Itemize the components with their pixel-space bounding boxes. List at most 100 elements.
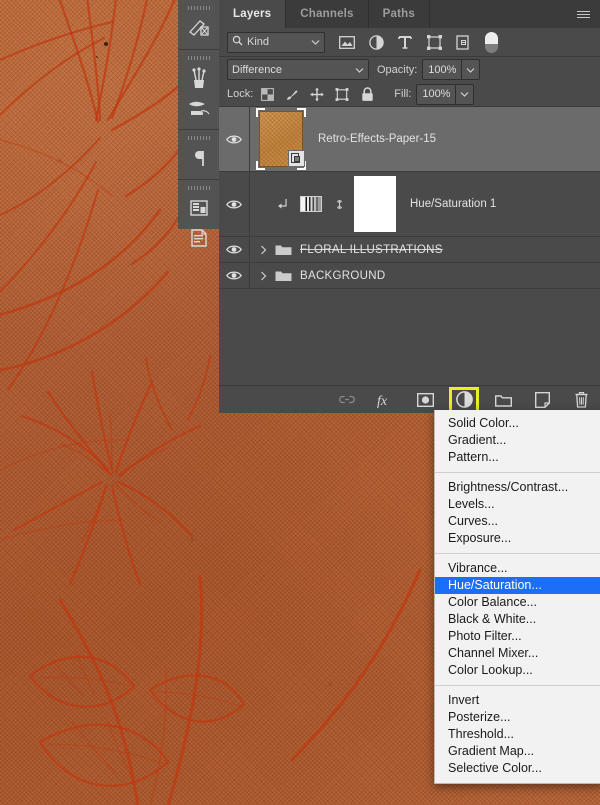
menu-item-channel-mixer[interactable]: Channel Mixer... [435, 645, 600, 662]
folder-icon [274, 269, 292, 282]
lock-artboard-nesting-icon[interactable] [335, 86, 349, 102]
filter-kind-label: Kind [247, 36, 270, 48]
chevron-down-icon [355, 64, 364, 76]
new-layer-icon [534, 391, 550, 408]
dock-grip[interactable] [187, 184, 210, 192]
menu-item-color-balance[interactable]: Color Balance... [435, 594, 600, 611]
menu-item-posterize[interactable]: Posterize... [435, 709, 600, 726]
photoshop-window: Layers Channels Paths Kind Difference Op… [0, 0, 600, 805]
menu-item-color-lookup[interactable]: Color Lookup... [435, 662, 600, 679]
blend-mode-row: Difference Opacity: 100% [219, 57, 600, 82]
chevron-right-icon[interactable] [256, 271, 270, 281]
table-row[interactable]: FLORAL ILLUSTRATIONS [219, 237, 600, 263]
layer-name: FLORAL ILLUSTRATIONS [300, 243, 443, 256]
smart-object-badge-icon [288, 150, 305, 167]
lock-all-icon[interactable] [360, 86, 374, 102]
eye-icon [226, 271, 242, 280]
paragraph-panel-icon[interactable] [178, 143, 219, 173]
fill-dropdown-arrow[interactable] [455, 84, 473, 104]
tab-layers[interactable]: Layers [219, 0, 287, 28]
link-layers-button[interactable] [338, 391, 356, 409]
dock-group-adjustments [178, 0, 219, 50]
menu-item-curves[interactable]: Curves... [435, 513, 600, 530]
dock-group-brushes [178, 50, 219, 130]
menu-item-vibrance[interactable]: Vibrance... [435, 560, 600, 577]
new-layer-button[interactable] [533, 391, 551, 409]
layers-panel-footer: fx [219, 385, 600, 413]
blend-mode-value: Difference [232, 63, 282, 76]
chevron-right-icon[interactable] [256, 245, 270, 255]
adjustment-layer-filter-icon[interactable] [368, 33, 384, 51]
lock-position-icon[interactable] [310, 86, 324, 102]
menu-item-selective-color[interactable]: Selective Color... [435, 760, 600, 777]
dock-grip[interactable] [187, 134, 210, 142]
new-group-button[interactable] [494, 391, 512, 409]
filter-enable-toggle[interactable] [485, 31, 498, 53]
menu-item-photo-filter[interactable]: Photo Filter... [435, 628, 600, 645]
menu-item-levels[interactable]: Levels... [435, 496, 600, 513]
character-styles-panel-icon[interactable] [178, 193, 219, 223]
opacity-field[interactable]: 100% [422, 59, 481, 80]
tab-channels[interactable]: Channels [286, 0, 369, 28]
menu-item-brightness-contrast[interactable]: Brightness/Contrast... [435, 479, 600, 496]
filter-kind-select[interactable]: Kind [227, 31, 325, 53]
new-adjustment-layer-button[interactable] [449, 386, 479, 413]
adjustments-panel-icon[interactable] [178, 13, 219, 43]
folder-icon [274, 243, 292, 256]
collapsed-panel-dock[interactable] [178, 0, 220, 247]
menu-item-exposure[interactable]: Exposure... [435, 530, 600, 547]
layer-visibility-toggle[interactable] [219, 237, 250, 262]
fill-field[interactable]: 100% [416, 83, 475, 105]
brush-presets-panel-icon[interactable] [178, 93, 219, 123]
dock-grip[interactable] [187, 4, 210, 12]
tab-paths[interactable]: Paths [368, 0, 430, 28]
layer-list[interactable]: Retro-Effects-Paper-15 Hue/Saturation 1 … [219, 107, 600, 289]
eye-icon [226, 245, 242, 254]
table-row[interactable]: BACKGROUND [219, 263, 600, 289]
menu-item-solid-color[interactable]: Solid Color... [435, 415, 600, 432]
layer-style-button[interactable]: fx [377, 391, 395, 409]
layer-visibility-toggle[interactable] [219, 107, 250, 171]
menu-section-color: Vibrance... Hue/Saturation... Color Bala… [435, 560, 600, 679]
menu-section-special: Invert Posterize... Threshold... Gradien… [435, 692, 600, 777]
smart-object-filter-icon[interactable] [455, 33, 471, 51]
menu-item-gradient[interactable]: Gradient... [435, 432, 600, 449]
lock-label: Lock: [227, 88, 254, 100]
layers-panel[interactable]: Layers Channels Paths Kind Difference Op… [219, 0, 600, 413]
folder-icon [494, 394, 512, 407]
paragraph-styles-panel-icon[interactable] [178, 223, 219, 253]
add-layer-mask-button[interactable] [416, 391, 434, 409]
lock-image-pixels-icon[interactable] [285, 86, 299, 102]
menu-separator [435, 685, 600, 686]
new-adjustment-layer-menu[interactable]: Solid Color... Gradient... Pattern... Br… [434, 410, 600, 784]
pixel-layer-filter-icon[interactable] [339, 33, 355, 51]
lock-transparent-pixels-icon[interactable] [260, 86, 274, 102]
opacity-dropdown-arrow[interactable] [461, 60, 479, 79]
layer-visibility-toggle[interactable] [219, 263, 250, 288]
type-layer-filter-icon[interactable] [397, 33, 413, 51]
opacity-value: 100% [428, 63, 457, 76]
fill-value: 100% [422, 88, 451, 100]
menu-item-gradient-map[interactable]: Gradient Map... [435, 743, 600, 760]
dock-grip[interactable] [187, 54, 210, 62]
link-mask-icon[interactable] [332, 197, 346, 212]
hue-saturation-icon[interactable] [300, 196, 322, 212]
blend-mode-select[interactable]: Difference [227, 59, 369, 80]
delete-layer-button[interactable] [572, 391, 590, 409]
menu-item-pattern[interactable]: Pattern... [435, 449, 600, 466]
table-row[interactable]: Hue/Saturation 1 [219, 172, 600, 237]
layer-thumbnail[interactable] [256, 108, 306, 170]
layer-mask-thumbnail[interactable] [354, 176, 396, 232]
menu-item-threshold[interactable]: Threshold... [435, 726, 600, 743]
shape-layer-filter-icon[interactable] [426, 33, 442, 51]
table-row[interactable]: Retro-Effects-Paper-15 [219, 107, 600, 172]
menu-item-hue-saturation[interactable]: Hue/Saturation... [435, 577, 600, 594]
dock-group-paragraph [178, 130, 219, 180]
menu-item-black-and-white[interactable]: Black & White... [435, 611, 600, 628]
layer-visibility-toggle[interactable] [219, 172, 250, 236]
panel-menu-button[interactable] [572, 0, 594, 28]
panel-tab-bar: Layers Channels Paths [219, 0, 600, 28]
brushes-panel-icon[interactable] [178, 63, 219, 93]
lock-row: Lock: Fill: 100% [219, 82, 600, 107]
menu-item-invert[interactable]: Invert [435, 692, 600, 709]
